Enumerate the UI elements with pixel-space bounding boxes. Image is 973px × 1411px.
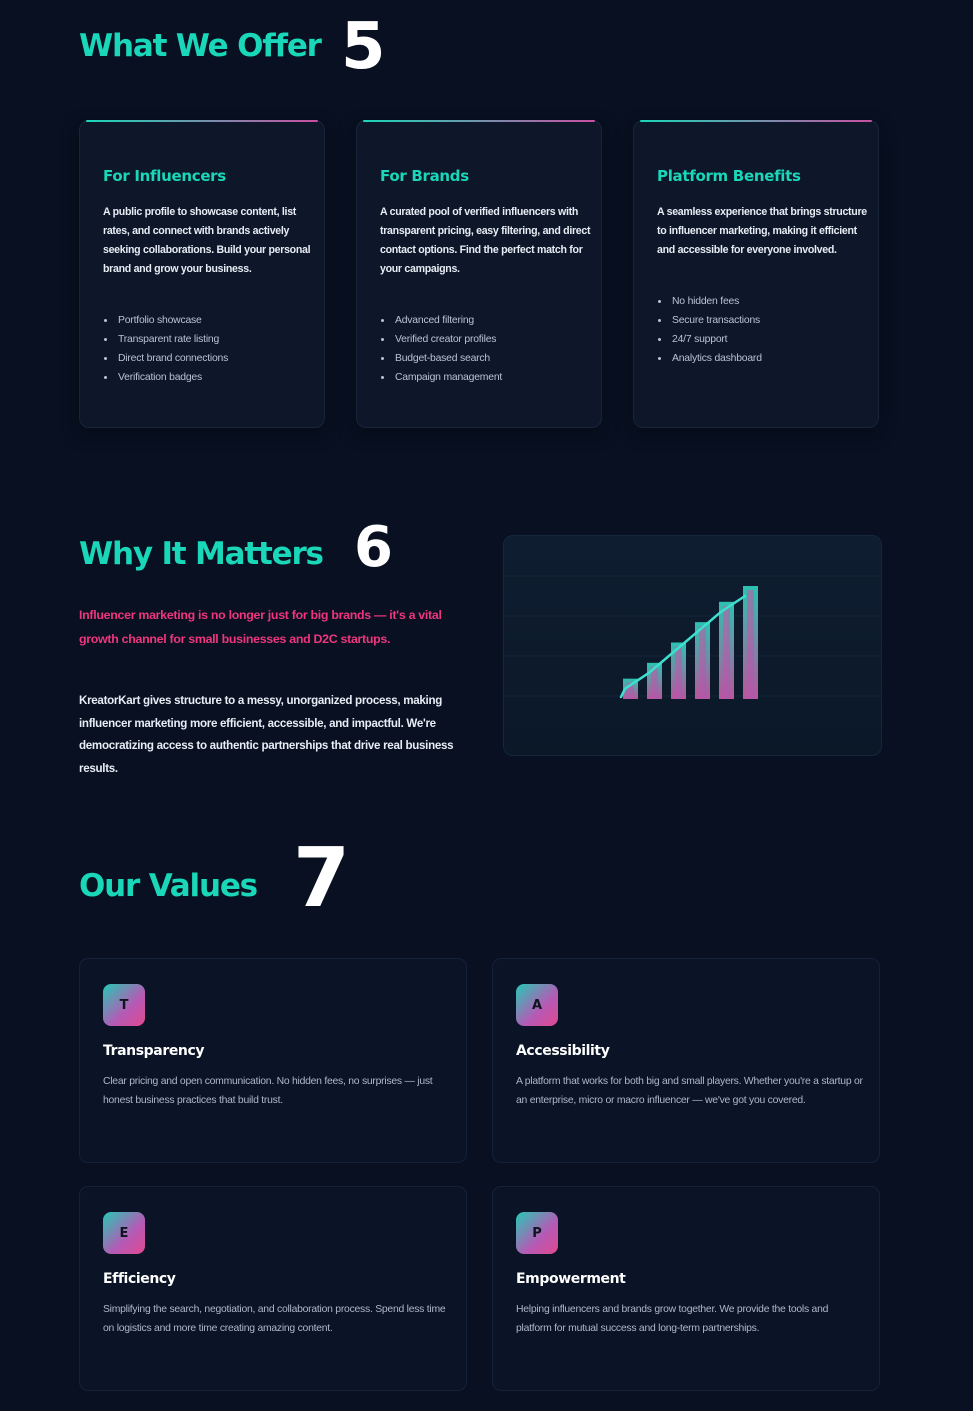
value-badge: P: [516, 1212, 558, 1254]
growth-bar-chart-icon: [504, 575, 881, 699]
offer-card-feature-list: No hidden fees Secure transactions 24/7 …: [657, 292, 762, 368]
value-description: Helping influencers and brands grow toge…: [516, 1304, 829, 1334]
value-badge: E: [103, 1212, 145, 1254]
feature-item: 24/7 support: [657, 330, 762, 349]
value-badge: T: [103, 984, 145, 1026]
values-title: Our Values: [79, 868, 258, 904]
value-description: A platform that works for both big and s…: [516, 1076, 863, 1106]
value-description: Simplifying the search, negotiation, and…: [103, 1304, 446, 1334]
offer-card-feature-list: Advanced filtering Verified creator prof…: [380, 311, 502, 387]
feature-item: Transparent rate listing: [103, 330, 228, 349]
value-title: Transparency: [103, 1043, 205, 1059]
feature-item: Portfolio showcase: [103, 311, 228, 330]
offer-card-influencers: For Influencers A public profile to show…: [79, 120, 325, 428]
growth-bar-inner: [699, 626, 706, 699]
value-card-transparency: T Transparency Clear pricing and open co…: [79, 958, 467, 1163]
feature-item: No hidden fees: [657, 292, 762, 311]
growth-illustration-card: [503, 535, 882, 756]
feature-item: Direct brand connections: [103, 349, 228, 368]
offer-card-description: A seamless experience that brings struct…: [657, 206, 867, 256]
offer-card-description: A public profile to showcase content, li…: [103, 206, 311, 275]
offer-card-description: A curated pool of verified influencers w…: [380, 206, 591, 275]
values-section-number: 7: [293, 831, 351, 926]
offer-card-title: For Brands: [380, 167, 469, 185]
value-card-efficiency: E Efficiency Simplifying the search, neg…: [79, 1186, 467, 1391]
value-title: Efficiency: [103, 1271, 176, 1287]
feature-item: Secure transactions: [657, 311, 762, 330]
why-title: Why It Matters: [79, 536, 324, 572]
feature-item: Advanced filtering: [380, 311, 502, 330]
growth-bar-inner: [723, 605, 730, 699]
why-body: KreatorKart gives structure to a messy, …: [79, 694, 454, 775]
offer-section-number: 5: [341, 10, 386, 84]
growth-bar-inner: [747, 590, 754, 699]
why-highlight: Influencer marketing is no longer just f…: [79, 608, 442, 646]
offer-title: What We Offer: [79, 28, 322, 64]
offer-card-title: Platform Benefits: [657, 167, 801, 185]
growth-bar-inner: [675, 646, 682, 699]
value-card-empowerment: P Empowerment Helping influencers and br…: [492, 1186, 880, 1391]
feature-item: Campaign management: [380, 368, 502, 387]
feature-item: Verification badges: [103, 368, 228, 387]
feature-item: Verified creator profiles: [380, 330, 502, 349]
value-description: Clear pricing and open communication. No…: [103, 1076, 433, 1106]
value-title: Empowerment: [516, 1271, 626, 1287]
feature-item: Analytics dashboard: [657, 349, 762, 368]
value-title: Accessibility: [516, 1043, 610, 1059]
feature-item: Budget-based search: [380, 349, 502, 368]
offer-card-title: For Influencers: [103, 167, 226, 185]
value-card-accessibility: A Accessibility A platform that works fo…: [492, 958, 880, 1163]
why-section-number: 6: [354, 515, 393, 580]
offer-card-brands: For Brands A curated pool of verified in…: [356, 120, 602, 428]
value-badge: A: [516, 984, 558, 1026]
offer-card-platform-benefits: Platform Benefits A seamless experience …: [633, 120, 879, 428]
offer-card-feature-list: Portfolio showcase Transparent rate list…: [103, 311, 228, 387]
